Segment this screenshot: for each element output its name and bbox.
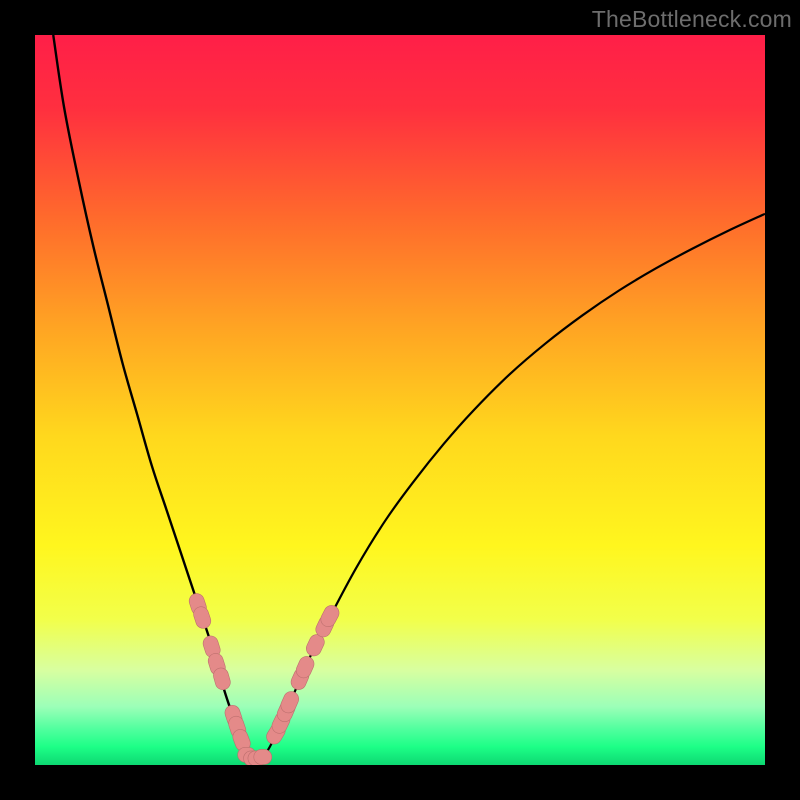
chart-svg xyxy=(35,35,765,765)
watermark-text: TheBottleneck.com xyxy=(592,6,792,33)
marker-group xyxy=(187,592,341,765)
left-curve xyxy=(53,35,250,758)
outer-frame: TheBottleneck.com xyxy=(0,0,800,800)
curve-marker xyxy=(254,749,272,764)
right-curve xyxy=(261,214,765,759)
plot-area xyxy=(35,35,765,765)
